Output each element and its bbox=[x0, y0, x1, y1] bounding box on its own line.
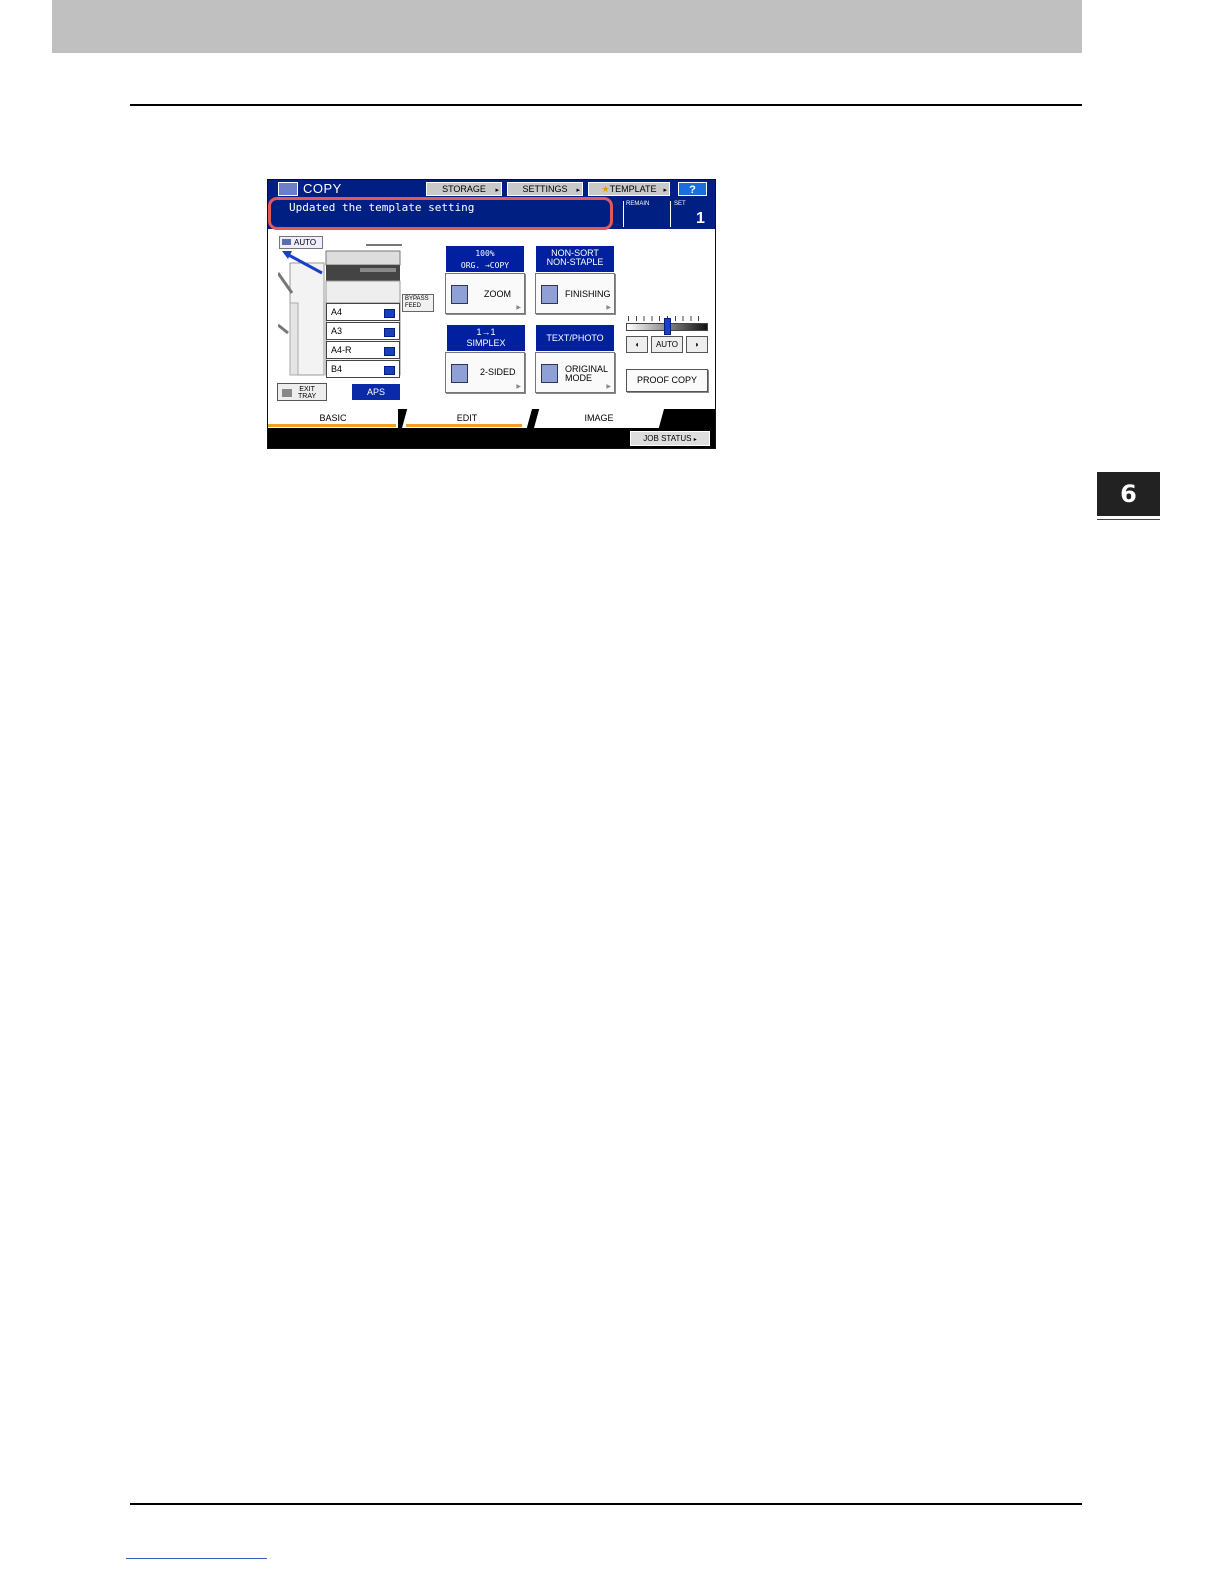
screen-title: COPY bbox=[303, 181, 342, 196]
tray-a3[interactable]: A3 bbox=[326, 322, 400, 340]
zoom-status-2: ORG. →COPY bbox=[460, 261, 510, 270]
job-status-button[interactable]: JOB STATUS ▸ bbox=[630, 431, 710, 446]
arrow-icon: ▶ bbox=[606, 384, 611, 390]
density-auto-button[interactable]: AUTO bbox=[651, 336, 683, 353]
storage-label: STORAGE bbox=[442, 184, 486, 194]
storage-button[interactable]: STORAGE ▸ bbox=[426, 182, 502, 196]
finishing-button[interactable]: FINISHING ▶ bbox=[535, 273, 615, 314]
set-count: 1 bbox=[696, 210, 705, 227]
tray-label: A3 bbox=[331, 326, 343, 336]
original-mode-status: TEXT/PHOTO bbox=[536, 325, 614, 351]
arrow-icon: ▶ bbox=[516, 384, 521, 390]
chapter-tab[interactable]: 6 bbox=[1097, 472, 1160, 516]
tab-image[interactable]: IMAGE bbox=[534, 409, 664, 428]
arrow-icon: ▶ bbox=[516, 305, 521, 311]
bypass-label-1: BYPASS bbox=[405, 296, 429, 302]
message-text: Updated the template setting bbox=[289, 201, 475, 214]
bypass-feed-button[interactable]: BYPASS FEED bbox=[402, 294, 434, 312]
divider bbox=[670, 201, 671, 227]
zoom-icon bbox=[451, 285, 468, 304]
darker-button[interactable]: ◗ bbox=[686, 336, 708, 353]
tray-b4[interactable]: B4 bbox=[326, 360, 400, 378]
header-bar bbox=[52, 0, 1082, 53]
copy-screen: COPY STORAGE ▸ SETTINGS ▸ ★TEMPLATE ▸ ? Upd… bbox=[267, 179, 716, 449]
paper-level-icon bbox=[384, 366, 395, 375]
zoom-status: 100% ORG. →COPY bbox=[446, 246, 524, 272]
original-mode-label-2: MODE bbox=[565, 373, 592, 383]
zoom-label: ZOOM bbox=[484, 289, 511, 299]
star-icon: ★ bbox=[601, 184, 610, 194]
original-mode-button[interactable]: ORIGINAL MODE ▶ bbox=[535, 352, 615, 393]
tray-label: A4-R bbox=[331, 345, 352, 355]
zoom-status-1: 100% bbox=[475, 249, 495, 258]
two-sided-icon bbox=[451, 364, 468, 383]
two-sided-label: 2-SIDED bbox=[480, 367, 516, 377]
paper-level-icon bbox=[384, 309, 395, 318]
set-label: SET bbox=[674, 201, 686, 207]
density-indicator[interactable] bbox=[664, 318, 671, 335]
tray-label: B4 bbox=[331, 364, 343, 374]
lighter-button[interactable]: ◖ bbox=[626, 336, 648, 353]
finishing-status: NON-SORT NON-STAPLE bbox=[536, 246, 614, 272]
two-sided-button[interactable]: 2-SIDED ▶ bbox=[445, 352, 525, 393]
zoom-button[interactable]: ZOOM ▶ bbox=[445, 273, 525, 314]
exit-tray-icon bbox=[282, 389, 292, 397]
tray-a4[interactable]: A4 bbox=[326, 303, 400, 321]
bottom-rule bbox=[130, 1503, 1082, 1505]
exit-tray-button[interactable]: EXIT TRAY bbox=[277, 383, 327, 401]
light-icon: ◖ bbox=[634, 340, 640, 349]
paper-level-icon bbox=[384, 347, 395, 356]
tab-indicator bbox=[406, 424, 522, 427]
tray-a4-r[interactable]: A4-R bbox=[326, 341, 400, 359]
settings-label: SETTINGS bbox=[522, 184, 568, 194]
proof-copy-button[interactable]: PROOF COPY bbox=[626, 369, 708, 392]
aps-button[interactable]: APS bbox=[352, 384, 400, 400]
settings-button[interactable]: SETTINGS ▸ bbox=[507, 182, 583, 196]
bypass-label-2: FEED bbox=[405, 303, 422, 309]
copy-icon bbox=[278, 182, 298, 196]
sided-status-1: 1→1 bbox=[476, 327, 496, 337]
divider bbox=[623, 201, 624, 227]
sided-status: 1→1 SIMPLEX bbox=[447, 325, 525, 351]
exit-label-1: EXIT bbox=[299, 386, 315, 393]
help-button[interactable]: ? bbox=[678, 182, 707, 196]
tab-indicator bbox=[268, 424, 396, 427]
remain-label: REMAIN bbox=[626, 201, 650, 207]
template-label: TEMPLATE bbox=[609, 184, 657, 194]
arrow-icon: ▸ bbox=[693, 437, 697, 443]
footer-link[interactable] bbox=[126, 1558, 267, 1559]
tray-label: A4 bbox=[331, 307, 343, 317]
template-button[interactable]: ★TEMPLATE ▸ bbox=[588, 182, 670, 196]
original-mode-icon bbox=[541, 364, 558, 383]
finishing-status-2: NON-STAPLE bbox=[546, 257, 604, 267]
finishing-label: FINISHING bbox=[565, 289, 611, 299]
dark-icon: ◗ bbox=[694, 340, 700, 349]
sided-status-2: SIMPLEX bbox=[466, 338, 506, 348]
job-status-label: JOB STATUS bbox=[643, 434, 692, 443]
finishing-icon bbox=[541, 285, 558, 304]
original-mode-label: ORIGINAL MODE bbox=[565, 365, 608, 383]
arrow-icon: ▶ bbox=[606, 305, 611, 311]
exit-label-2: TRAY bbox=[298, 393, 317, 400]
paper-level-icon bbox=[384, 328, 395, 337]
top-rule bbox=[130, 104, 1082, 106]
